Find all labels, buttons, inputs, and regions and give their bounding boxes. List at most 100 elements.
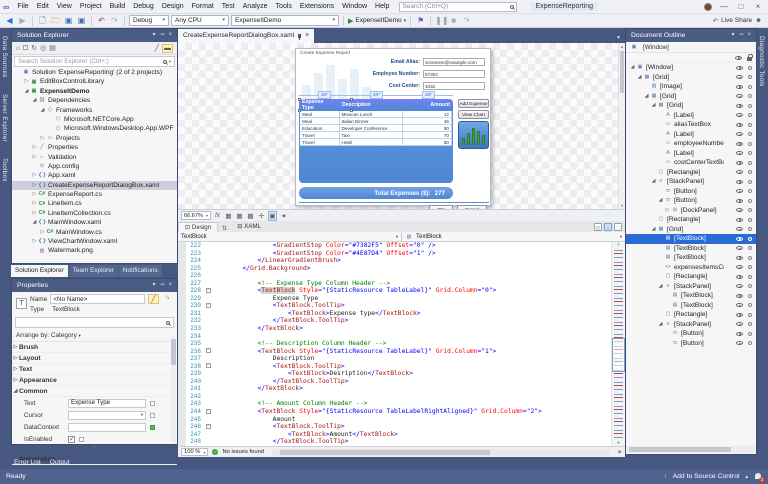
visibility-eye-icon[interactable] (736, 275, 743, 279)
lock-toggle-icon[interactable] (748, 113, 752, 117)
menu-project[interactable]: Project (76, 0, 106, 13)
visibility-eye-icon[interactable] (736, 341, 743, 345)
solution-tree-item[interactable]: ◢▣ExpenseItDemo (12, 87, 177, 96)
view-chart-button[interactable]: View Chart (458, 110, 489, 119)
visibility-eye-icon[interactable] (736, 199, 743, 203)
visibility-eye-icon[interactable] (736, 237, 743, 241)
outline-tree-item[interactable]: ◢▦[Grid] (626, 101, 756, 111)
editor-zoom-select[interactable]: 100 %▾ (181, 448, 208, 456)
solution-tree-item[interactable]: ⬡Microsoft.NETCore.App (12, 115, 177, 124)
close-icon[interactable]: × (168, 279, 172, 292)
add-to-source-control-button[interactable]: Add to Source Control (673, 473, 740, 480)
outline-tree-item[interactable]: ◢≡[StackPanel] (626, 177, 756, 187)
selection-handle[interactable] (298, 98, 301, 101)
code-line[interactable]: 230- <TextBlock.ToolTip> (186, 302, 611, 310)
outline-tree-item[interactable]: ◢≡[StackPanel] (626, 320, 756, 330)
lock-toggle-icon[interactable] (748, 303, 752, 307)
side-tab-toolbox[interactable]: Toolbox (0, 150, 9, 190)
solution-tree-item[interactable]: ▷C#LineItemCollection.cs (12, 209, 177, 218)
menu-test[interactable]: Test (218, 0, 239, 13)
solution-configuration-select[interactable]: Debug▾ (129, 15, 169, 26)
chevron-expanded-icon[interactable]: ◢ (650, 225, 657, 235)
lock-toggle-icon[interactable] (748, 313, 752, 317)
expand-pane-icon[interactable]: ⛶ (614, 223, 622, 231)
solution-tree-item[interactable]: ◢⬡Frameworks (12, 106, 177, 115)
outline-tree-item[interactable]: ◢⬭[Button] (626, 196, 756, 206)
collapse-all-icon[interactable]: - (23, 45, 28, 52)
visibility-eye-icon[interactable] (736, 332, 743, 336)
chevron-expanded-icon[interactable]: ◢ (39, 106, 46, 115)
chevron-collapsed-icon[interactable]: ▷ (31, 143, 38, 152)
chevron-expanded-icon[interactable]: ◢ (31, 218, 38, 227)
code-line[interactable]: 237 Description (186, 355, 611, 363)
outline-tree-item[interactable]: ◢▣[Window] (626, 63, 756, 73)
outline-tree-item[interactable]: ▤[TextBlock] (626, 301, 756, 311)
nav-types-select[interactable]: TextBlock▾ (178, 232, 402, 241)
chevron-expanded-icon[interactable]: ◢ (643, 92, 650, 102)
visibility-eye-icon[interactable] (736, 313, 743, 317)
live-share-button[interactable]: Live Share (721, 17, 752, 24)
lock-toggle-icon[interactable] (748, 227, 752, 231)
chevron-collapsed-icon[interactable]: ▷ (31, 153, 38, 162)
outline-tree-item[interactable]: ▨[Image] (626, 82, 756, 92)
solution-tree-item[interactable]: ▷❬❭CreateExpenseReportDialogBox.xaml (12, 181, 177, 190)
horizontal-split-icon[interactable]: = (604, 223, 612, 231)
chevron-expanded-icon[interactable]: ◢ (657, 282, 664, 292)
visibility-eye-icon[interactable] (736, 151, 743, 155)
chevron-collapsed-icon[interactable]: ▷ (31, 209, 38, 218)
chevron-expanded-icon[interactable]: ◢ (650, 177, 657, 187)
category-layout[interactable]: ▷Layout (12, 353, 177, 364)
nav-members-select[interactable]: ▤ TextBlock▾ (402, 232, 625, 241)
pin-icon[interactable]: ⊸ (159, 279, 164, 292)
chevron-collapsed-icon[interactable]: ▷ (31, 190, 38, 199)
chevron-collapsed-icon[interactable]: ▷ (12, 375, 19, 386)
code-line[interactable]: 241 </TextBlock> (186, 385, 611, 393)
menu-build[interactable]: Build (106, 0, 130, 13)
lock-toggle-icon[interactable] (748, 218, 752, 222)
chevron-collapsed-icon[interactable]: ▷ (12, 353, 19, 364)
properties-wrench-icon[interactable]: ╱ (155, 44, 159, 52)
code-line[interactable]: 226 (186, 272, 611, 280)
bottom-tab-output[interactable]: Output (50, 459, 70, 466)
code-line[interactable]: 235 <!-- Description Column Header --> (186, 340, 611, 348)
code-line[interactable]: 244- <TextBlock Style="{StaticResource T… (186, 408, 611, 416)
outline-breadcrumb[interactable]: ▣ [Window] (626, 42, 756, 53)
events-lightning-icon[interactable]: ϟ (162, 294, 173, 304)
fold-collapse-icon[interactable]: - (204, 287, 212, 295)
home-icon[interactable]: ⌂ (16, 45, 20, 52)
panel-tab-solution-explorer[interactable]: Solution Explorer (11, 265, 68, 277)
feedback-icon[interactable]: ☻ (755, 17, 762, 24)
code-line[interactable]: 246- <TextBlock.ToolTip> (186, 423, 611, 431)
outline-tree-item[interactable]: ▢[Rectangle] (626, 168, 756, 178)
bottom-tab-error-list[interactable]: Error List (14, 459, 41, 466)
lock-toggle-icon[interactable] (748, 275, 752, 279)
menu-analyze[interactable]: Analyze (239, 0, 272, 13)
menu-file[interactable]: File (13, 0, 32, 13)
chevron-expanded-icon[interactable]: ◢ (657, 320, 664, 330)
lock-toggle-icon[interactable] (748, 94, 752, 98)
outline-tree-item[interactable]: ⬭[Button] (626, 339, 756, 349)
outline-tree-item[interactable]: ▭aliasTextBox (626, 120, 756, 130)
checkbox-isenabled[interactable]: ✓ (68, 436, 75, 443)
add-expense-button[interactable]: Add Expense (458, 99, 489, 108)
chevron-expanded-icon[interactable]: ◢ (629, 63, 636, 73)
lock-toggle-icon[interactable] (748, 189, 752, 193)
lock-toggle-icon[interactable] (748, 75, 752, 79)
outline-tree-item[interactable]: ▷⊞[DockPanel] (626, 206, 756, 216)
code-line[interactable]: 240 </TextBlock.ToolTip> (186, 378, 611, 386)
form-input[interactable]: 4032 (423, 82, 485, 90)
snap-grid-icon[interactable]: ▦ (235, 212, 244, 220)
solution-search-input[interactable]: Search Solution Explorer (Ctrl+;) ▾ (14, 56, 175, 67)
outline-tree-item[interactable]: ▤[TextBlock] (626, 291, 756, 301)
properties-search-input[interactable] (15, 317, 174, 328)
effects-icon[interactable]: fx (213, 212, 222, 219)
outline-tree-item[interactable]: ▭costCenterTextBox (626, 158, 756, 168)
lock-toggle-icon[interactable] (748, 104, 752, 108)
category-brush[interactable]: ▷Brush (12, 342, 177, 353)
visibility-eye-icon[interactable] (736, 170, 743, 174)
solution-tree-item[interactable]: ▷❬❭ViewChartWindow.xaml (12, 237, 177, 246)
visibility-eye-icon[interactable] (736, 227, 743, 231)
fold-collapse-icon[interactable]: - (204, 363, 212, 371)
menu-tools[interactable]: Tools (272, 0, 296, 13)
code-line[interactable]: 232 </TextBlock.ToolTip> (186, 317, 611, 325)
